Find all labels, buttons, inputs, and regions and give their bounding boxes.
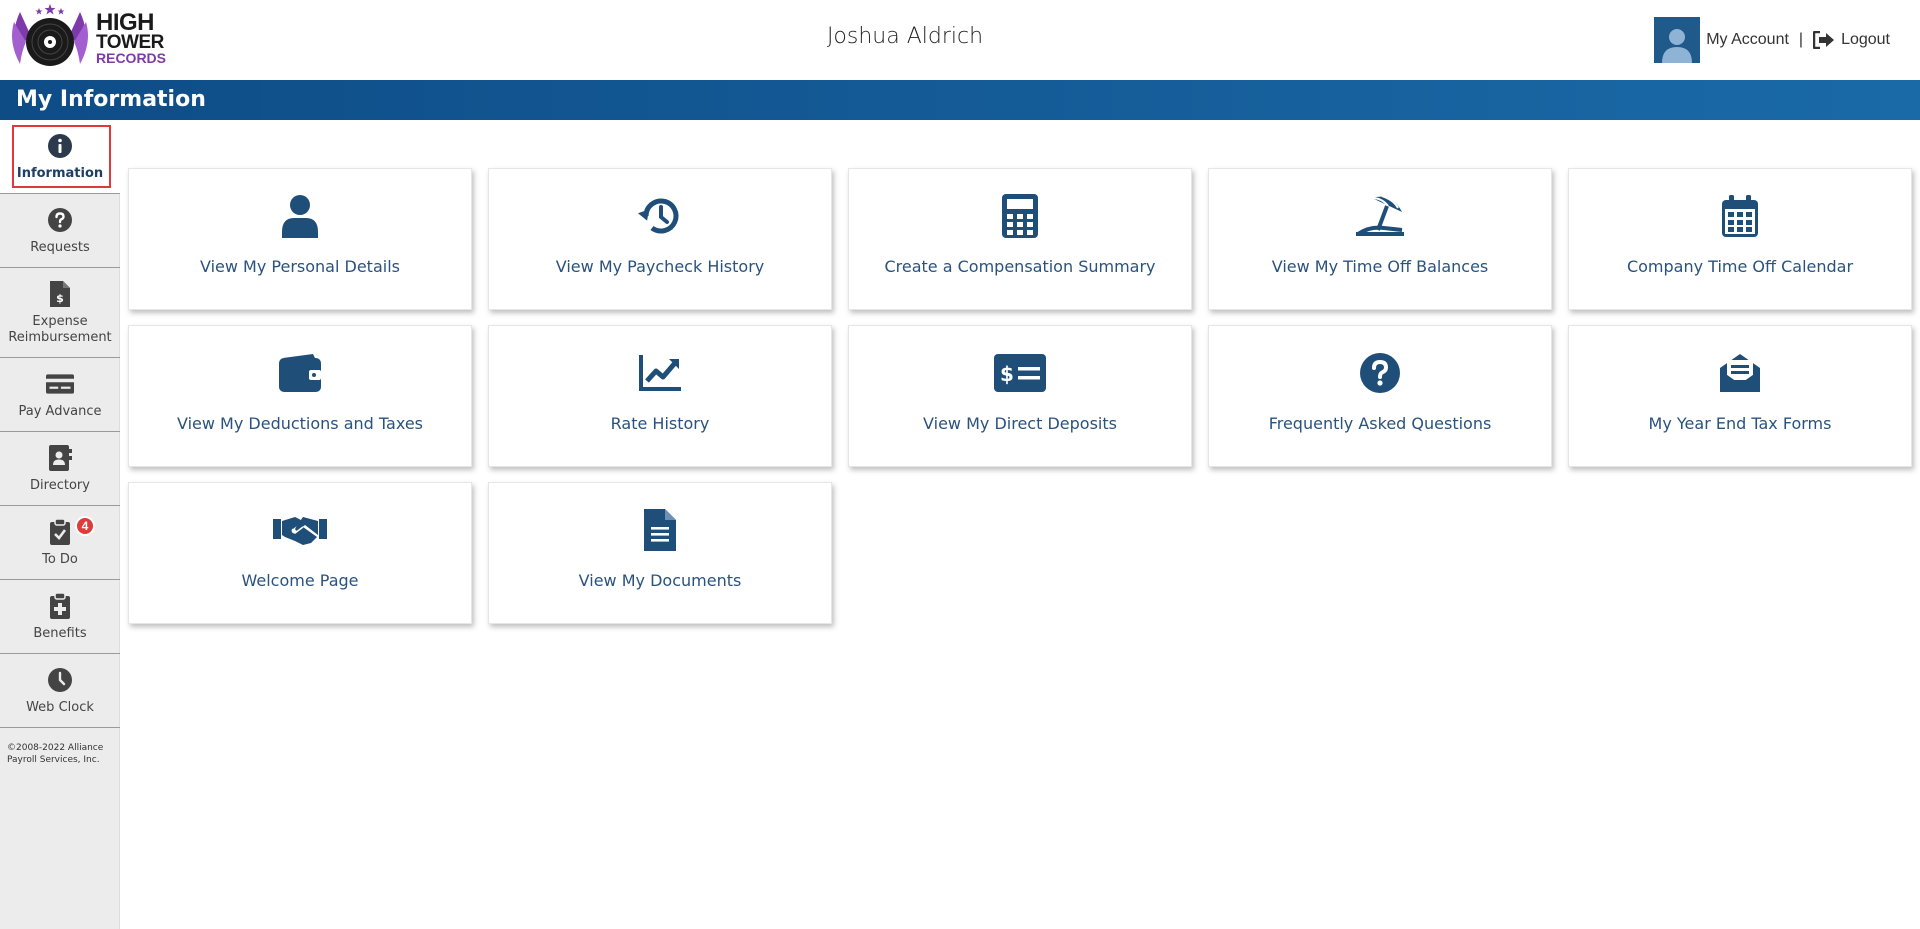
tile-label: Create a Compensation Summary [884, 257, 1156, 276]
clock-icon [46, 666, 74, 694]
envelope-open-text-icon [1718, 350, 1762, 396]
sidebar-item-label: Expense Reimbursement [8, 313, 112, 345]
tile-view-personal-details[interactable]: View My Personal Details [128, 168, 472, 310]
tile-label: Company Time Off Calendar [1626, 257, 1854, 276]
sidebar-item-pay-advance[interactable]: Pay Advance [0, 358, 120, 432]
sidebar: Information Requests $ Expense Reimburse… [0, 120, 120, 929]
handshake-icon [273, 507, 327, 553]
todo-count-badge: 4 [75, 516, 95, 536]
tile-label: Rate History [610, 414, 710, 433]
sidebar-item-label: Pay Advance [18, 403, 102, 419]
user-silhouette-icon [1662, 29, 1693, 63]
tile-view-deductions-and-taxes[interactable]: View My Deductions and Taxes [128, 325, 472, 467]
user-icon [280, 193, 320, 239]
tile-label: View My Direct Deposits [923, 414, 1117, 433]
tile-frequently-asked-questions[interactable]: Frequently Asked Questions [1208, 325, 1552, 467]
active-highlight-box [12, 125, 111, 188]
calendar-icon [1722, 193, 1758, 239]
sidebar-item-information[interactable]: Information [0, 120, 120, 194]
tile-view-time-off-balances[interactable]: View My Time Off Balances [1208, 168, 1552, 310]
tile-rate-history[interactable]: Rate History [488, 325, 832, 467]
sidebar-item-label: Web Clock [26, 699, 94, 715]
avatar[interactable] [1654, 17, 1701, 63]
account-area: My Account | Logout [1654, 17, 1890, 63]
logo-line-records: RECORDS [96, 50, 167, 66]
tile-label: View My Time Off Balances [1271, 257, 1489, 276]
tile-year-end-tax-forms[interactable]: My Year End Tax Forms [1568, 325, 1912, 467]
question-circle-icon [1359, 350, 1401, 396]
chart-line-icon [639, 350, 681, 396]
sidebar-item-label: Directory [30, 477, 90, 493]
svg-text:$: $ [56, 292, 64, 305]
page-title-bar: My Information [0, 80, 1920, 120]
sidebar-item-to-do[interactable]: 4 To Do [0, 506, 120, 580]
tile-company-time-off-calendar[interactable]: Company Time Off Calendar [1568, 168, 1912, 310]
sidebar-item-label: Requests [30, 239, 90, 255]
clipboard-plus-icon [46, 591, 74, 620]
tile-label: View My Documents [578, 571, 742, 590]
sidebar-item-requests[interactable]: Requests [0, 194, 120, 268]
tile-label: Welcome Page [241, 571, 359, 590]
credit-card-icon [46, 370, 74, 398]
address-book-icon [46, 444, 74, 472]
tile-view-direct-deposits[interactable]: $ View My Direct Deposits [848, 325, 1192, 467]
tile-view-paycheck-history[interactable]: View My Paycheck History [488, 168, 832, 310]
logout-icon [1813, 31, 1835, 49]
logout-label: Logout [1841, 31, 1890, 48]
svg-text:$: $ [1000, 362, 1014, 386]
copyright-text: ©2008-2022 Alliance Payroll Services, In… [7, 743, 104, 765]
tile-welcome-page[interactable]: Welcome Page [128, 482, 472, 624]
history-icon [638, 193, 682, 239]
sidebar-item-expense-reimbursement[interactable]: $ Expense Reimbursement [0, 268, 120, 358]
sidebar-item-benefits[interactable]: Benefits [0, 580, 120, 654]
page-title: My Information [16, 87, 206, 112]
tile-label: Frequently Asked Questions [1268, 414, 1492, 433]
tile-label: My Year End Tax Forms [1648, 414, 1832, 433]
beach-umbrella-icon [1354, 193, 1406, 239]
user-name: Joshua Aldrich [826, 24, 984, 49]
calculator-icon [1002, 193, 1038, 239]
question-icon [46, 206, 74, 234]
tile-label: View My Deductions and Taxes [176, 414, 423, 433]
header: HIGH TOWER RECORDS Joshua Aldrich My Acc… [0, 0, 1920, 80]
tile-label: View My Personal Details [200, 257, 400, 276]
tile-label: View My Paycheck History [555, 257, 765, 276]
wallet-icon [279, 350, 321, 396]
sidebar-item-directory[interactable]: Directory [0, 432, 120, 506]
logout-button[interactable]: Logout [1813, 31, 1890, 49]
sidebar-item-label: Benefits [33, 625, 87, 641]
receipt-icon: $ [46, 280, 74, 308]
document-icon [644, 507, 676, 553]
money-check-icon: $ [994, 350, 1046, 396]
sidebar-item-label: To Do [42, 551, 78, 567]
clipboard-check-icon [46, 517, 74, 546]
my-account-link[interactable]: My Account [1706, 31, 1789, 49]
header-separator: | [1798, 31, 1804, 48]
tile-view-my-documents[interactable]: View My Documents [488, 482, 832, 624]
sidebar-item-web-clock[interactable]: Web Clock [0, 654, 120, 728]
tile-create-compensation-summary[interactable]: Create a Compensation Summary [848, 168, 1192, 310]
